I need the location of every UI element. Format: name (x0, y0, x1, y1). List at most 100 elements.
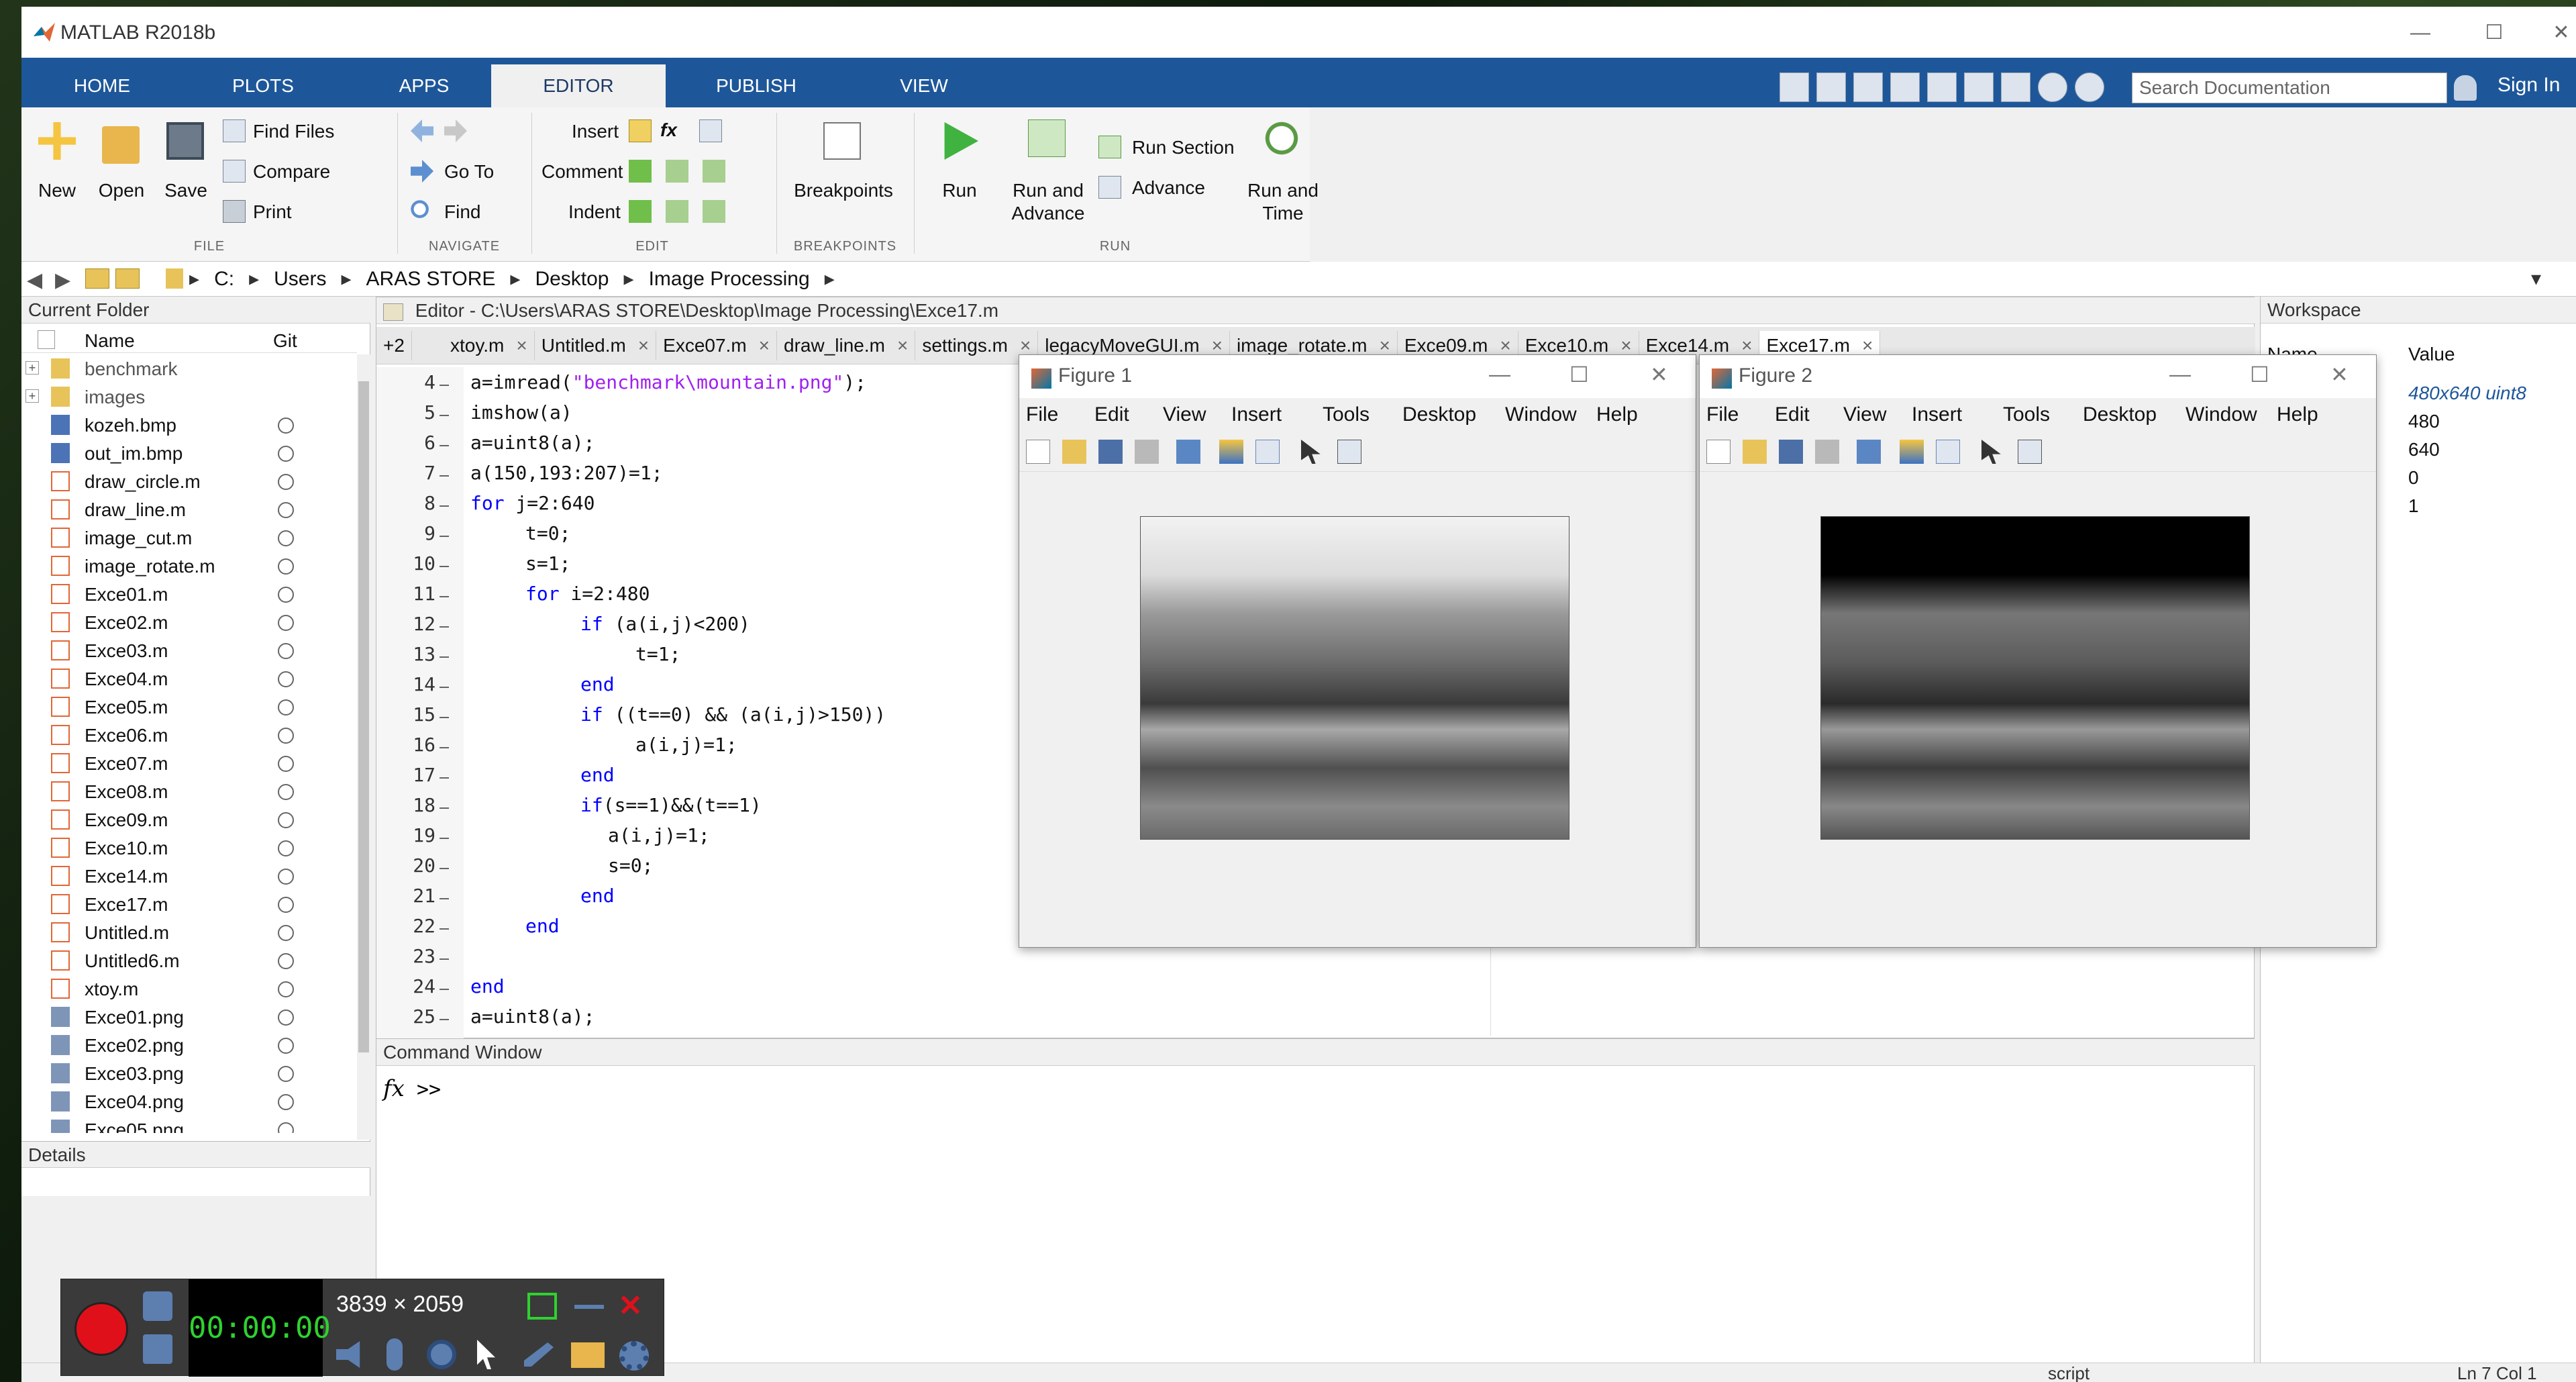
folder-list-item[interactable]: Exce01.png (21, 1003, 357, 1031)
undo-icon[interactable] (1927, 72, 1957, 102)
browse-folder-icon[interactable] (115, 268, 140, 289)
insert-function-icon[interactable]: fx (660, 119, 677, 141)
nav-back-icon[interactable]: ◀ (27, 268, 42, 292)
breakpoints-button[interactable]: Breakpoints (780, 180, 907, 201)
folder-list-item[interactable]: Exce05.m (21, 693, 357, 721)
up-folder-icon[interactable] (85, 268, 109, 289)
folder-list-item[interactable]: Exce17.m (21, 890, 357, 918)
close-tab-icon[interactable]: × (1741, 335, 1752, 356)
figure-1-maximize-button[interactable]: ☐ (1569, 362, 1589, 387)
figure-menu-item[interactable]: Window (2185, 403, 2257, 426)
fig-new-icon[interactable] (1026, 440, 1050, 464)
fig-save-icon[interactable] (1779, 440, 1803, 464)
tab-home[interactable]: HOME (21, 64, 183, 107)
breakpoint-slot[interactable] (440, 958, 449, 960)
fig-link-icon[interactable] (1857, 440, 1881, 464)
camera-icon[interactable] (143, 1291, 172, 1321)
expand-icon[interactable]: + (25, 389, 39, 403)
address-dropdown-icon[interactable]: ▾ (2531, 267, 2541, 291)
close-tab-icon[interactable]: × (516, 335, 527, 356)
figure-1-close-button[interactable]: ✕ (1650, 362, 1668, 387)
folder-list-item[interactable]: Exce03.m (21, 636, 357, 664)
editor-tab[interactable]: Untitled.m × (534, 331, 657, 360)
breakpoint-slot[interactable] (440, 777, 449, 779)
expand-icon[interactable]: + (25, 361, 39, 375)
minimize-recorder-icon[interactable] (574, 1305, 604, 1309)
folder-list-item[interactable]: Exce04.png (21, 1087, 357, 1116)
figure-menu-item[interactable]: Desktop (1402, 403, 1476, 426)
record-button[interactable] (74, 1302, 128, 1356)
run-section-button[interactable]: Run Section (1132, 137, 1235, 158)
breakpoint-slot[interactable] (440, 928, 449, 930)
fig-colorbar-icon[interactable] (1900, 440, 1924, 464)
ws-col-value[interactable]: Value (2408, 344, 2455, 365)
tab-apps[interactable]: APPS (344, 64, 505, 107)
folder-list-item[interactable]: kozeh.bmp (21, 411, 357, 439)
figure-menu-item[interactable]: Desktop (2083, 403, 2157, 426)
figure-menu-item[interactable]: Edit (1775, 403, 1810, 426)
run-and-advance-label-2[interactable]: Advance (1004, 203, 1092, 224)
open-button[interactable]: Open (91, 180, 152, 201)
redo-icon[interactable] (1964, 72, 1994, 102)
maximize-button[interactable]: ☐ (2464, 16, 2524, 50)
breakpoint-slot[interactable] (440, 656, 449, 658)
figure-menu-item[interactable]: Window (1505, 403, 1577, 426)
breadcrumb-image-processing[interactable]: Image Processing (649, 268, 810, 291)
new-button[interactable]: New (28, 180, 86, 201)
forward-arrow-icon[interactable] (444, 119, 467, 142)
close-tab-icon[interactable]: × (759, 335, 770, 356)
figure-menu-item[interactable]: Edit (1094, 403, 1129, 426)
fx-icon[interactable]: fx (383, 1075, 405, 1102)
search-documentation-input[interactable]: Search Documentation (2132, 72, 2447, 103)
breakpoint-slot[interactable] (440, 687, 449, 688)
breakpoint-slot[interactable] (440, 536, 449, 537)
breakpoint-slot[interactable] (440, 1019, 449, 1020)
microphone-icon[interactable] (387, 1338, 403, 1371)
wrap-comments-icon[interactable] (703, 160, 725, 183)
close-recorder-icon[interactable]: ✕ (618, 1289, 643, 1323)
figure-menu-item[interactable]: View (1163, 403, 1206, 426)
editor-tab[interactable]: draw_line.m × (777, 331, 916, 360)
folder-list-item[interactable]: Exce03.png (21, 1059, 357, 1087)
folder-list-item[interactable]: Exce14.m (21, 862, 357, 890)
insert-button[interactable]: Insert (572, 121, 619, 142)
close-tab-icon[interactable]: × (897, 335, 908, 356)
breadcrumb-desktop[interactable]: Desktop (535, 268, 609, 291)
fig-print-icon[interactable] (1815, 440, 1839, 464)
run-and-time-label-2[interactable]: Time (1236, 203, 1330, 224)
figure-menu-item[interactable]: Tools (1323, 403, 1370, 426)
fig-legend-icon[interactable] (1255, 440, 1280, 464)
folder-list-item[interactable]: + images (21, 383, 357, 411)
folder-list-item[interactable]: image_rotate.m (21, 552, 357, 580)
insert-function-file-icon[interactable] (699, 119, 722, 142)
folder-list-item[interactable]: Untitled.m (21, 918, 357, 946)
workspace-value[interactable]: 1 (2408, 495, 2419, 517)
pen-icon[interactable] (524, 1342, 554, 1367)
increase-indent-icon[interactable] (666, 200, 688, 223)
figure-2-minimize-button[interactable]: — (2169, 362, 2191, 387)
breakpoint-slot[interactable] (440, 475, 449, 477)
breakpoint-slot[interactable] (440, 989, 449, 990)
smart-indent-icon[interactable] (629, 200, 652, 223)
folder-list-item[interactable]: + benchmark (21, 354, 357, 383)
figure-menu-item[interactable]: File (1026, 403, 1058, 426)
speaker-icon[interactable] (336, 1341, 360, 1368)
save-button[interactable]: Save (156, 180, 216, 201)
folder-list-item[interactable]: Untitled6.m (21, 946, 357, 975)
folder-output-icon[interactable] (571, 1342, 605, 1368)
insert-section-icon[interactable] (629, 119, 652, 142)
tab-view[interactable]: VIEW (843, 64, 1004, 107)
run-button[interactable]: Run (927, 180, 992, 201)
print-button[interactable]: Print (253, 201, 292, 223)
folder-list-item[interactable]: draw_line.m (21, 495, 357, 524)
fig-print-icon[interactable] (1135, 440, 1159, 464)
breadcrumb-users[interactable]: Users (274, 268, 326, 291)
quick-save-icon[interactable] (1780, 72, 1809, 102)
region-select-icon[interactable] (527, 1293, 557, 1320)
nav-forward-icon[interactable]: ▶ (55, 268, 70, 292)
figure-1-minimize-button[interactable]: — (1489, 362, 1510, 387)
breakpoint-slot[interactable] (440, 505, 449, 507)
tab-editor[interactable]: EDITOR (491, 64, 666, 107)
fig-save-icon[interactable] (1098, 440, 1123, 464)
close-tab-icon[interactable]: × (638, 335, 649, 356)
